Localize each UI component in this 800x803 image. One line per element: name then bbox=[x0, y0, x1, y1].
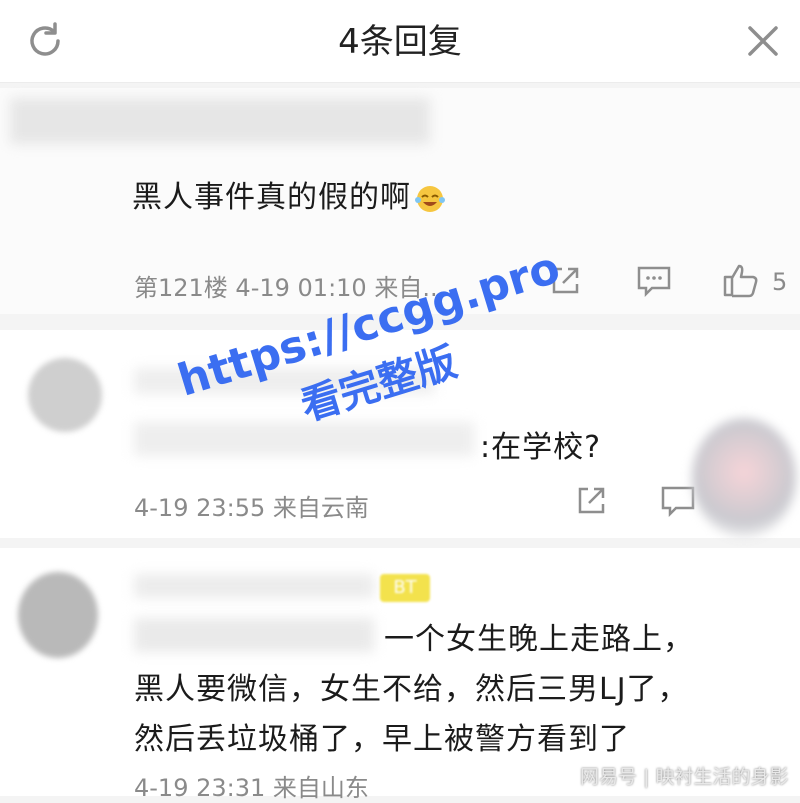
comment-meta: 4-19 23:31 来自山东 bbox=[134, 774, 369, 802]
comment-card: BT 一个女生晚上走路上， 黑人要微信，女生不给，然后三男LJ了， 然后丢垃圾桶… bbox=[0, 548, 800, 802]
avatar bbox=[28, 358, 102, 432]
header: 4条回复 bbox=[0, 0, 800, 83]
share-icon[interactable] bbox=[548, 264, 582, 298]
comment-meta: 4-19 23:55 来自云南 bbox=[134, 494, 369, 522]
comment-icon[interactable] bbox=[660, 484, 696, 518]
laughing-emoji-icon bbox=[413, 184, 447, 214]
blurred-sticker bbox=[692, 418, 796, 538]
comment-card: 黑人事件真的假的啊 第121楼 4-19 01:10 来自... 5 bbox=[0, 88, 800, 314]
like-icon[interactable] bbox=[722, 262, 760, 298]
blurred-username bbox=[10, 98, 430, 144]
comment-text: 黑人事件真的假的啊 bbox=[132, 172, 447, 216]
avatar bbox=[18, 572, 98, 658]
comment-text: :在学校? bbox=[480, 430, 602, 465]
blurred-quote bbox=[134, 618, 374, 652]
blurred-username bbox=[134, 574, 374, 598]
level-badge: BT bbox=[380, 574, 430, 602]
comment-text-line: 然后丢垃圾桶了，早上被警方看到了 bbox=[134, 722, 630, 757]
comment-card: :在学校? 4-19 23:55 来自云南 bbox=[0, 330, 800, 538]
comment-meta: 第121楼 4-19 01:10 来自... bbox=[134, 274, 446, 302]
close-icon[interactable] bbox=[744, 22, 782, 60]
like-count: 5 bbox=[772, 268, 788, 296]
blurred-quote bbox=[134, 422, 474, 456]
comment-text-line: 一个女生晚上走路上， bbox=[384, 622, 694, 657]
blurred-username bbox=[134, 368, 434, 394]
page-title: 4条回复 bbox=[338, 22, 462, 62]
comment-icon[interactable] bbox=[636, 264, 672, 298]
share-icon[interactable] bbox=[574, 484, 608, 518]
comment-text-line: 黑人要微信，女生不给，然后三男LJ了， bbox=[134, 672, 689, 707]
source-watermark: 网易号 | 映衬生活的身影 bbox=[580, 766, 789, 788]
